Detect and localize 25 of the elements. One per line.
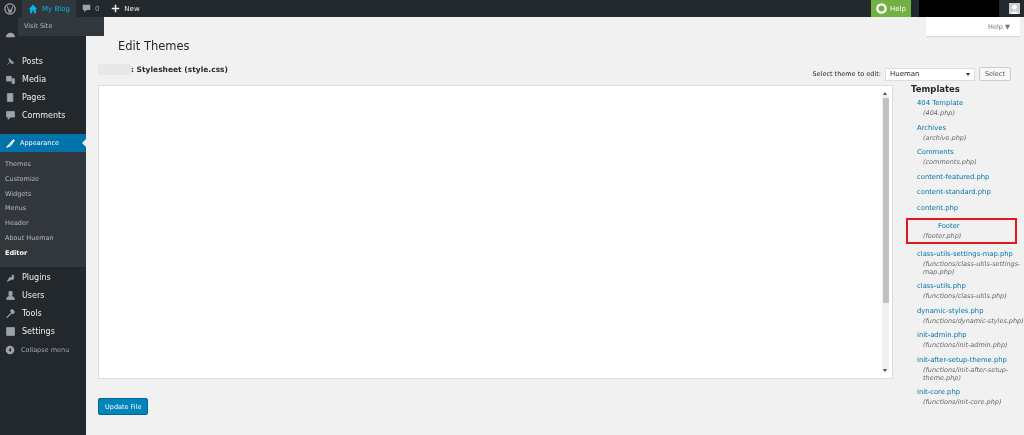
sidebar-menu-item[interactable]: Comments bbox=[0, 106, 86, 124]
sidebar-menu-item[interactable]: Plugins bbox=[0, 268, 86, 287]
wrench-icon bbox=[5, 308, 16, 320]
sidebar-menu-item[interactable]: Users bbox=[0, 286, 86, 305]
sidebar-menu-item[interactable]: Settings bbox=[0, 322, 86, 341]
comment-icon bbox=[81, 4, 91, 13]
home-icon bbox=[28, 3, 38, 14]
sidebar-menu-item[interactable]: Media bbox=[0, 70, 86, 88]
scrollbar[interactable] bbox=[882, 94, 889, 372]
lifebuoy-icon bbox=[876, 3, 888, 14]
user-icon bbox=[5, 290, 16, 302]
plus-icon bbox=[111, 4, 121, 13]
pin-icon bbox=[5, 55, 16, 67]
page-title: Edit Themes bbox=[118, 39, 191, 53]
pages-icon bbox=[5, 91, 16, 103]
comment-icon bbox=[5, 109, 16, 121]
templates-heading: Templates bbox=[911, 84, 961, 94]
sidebar-menu-item[interactable]: Tools bbox=[0, 304, 86, 323]
scrollbar-thumb[interactable] bbox=[883, 98, 889, 303]
collapse-icon bbox=[5, 344, 15, 355]
sidebar-menu-item[interactable]: Posts bbox=[0, 52, 86, 70]
media-icon bbox=[5, 73, 16, 85]
sidebar-menu-item[interactable]: Pages bbox=[0, 88, 86, 106]
brush-icon bbox=[5, 137, 16, 149]
wordpress-logo-icon[interactable] bbox=[4, 2, 16, 15]
